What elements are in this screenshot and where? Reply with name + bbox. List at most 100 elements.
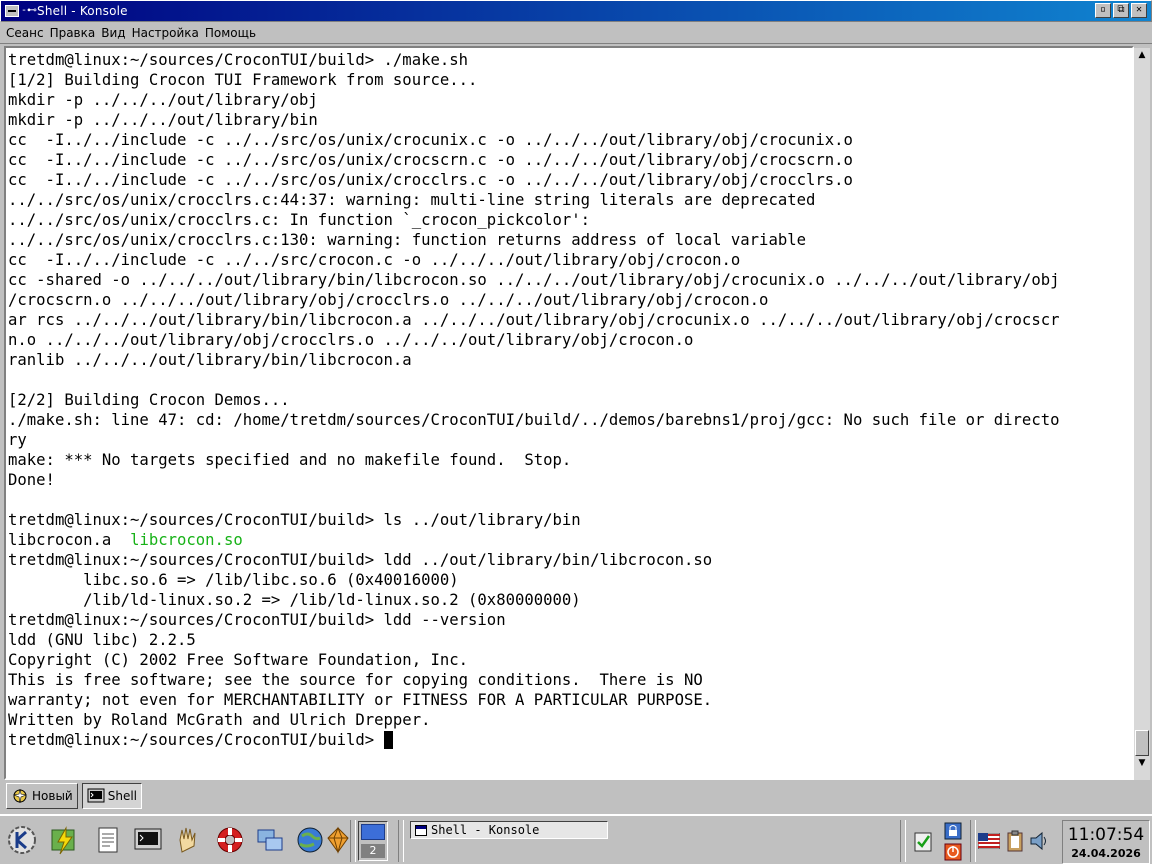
- kde-menu-icon: [8, 826, 36, 854]
- terminal-line: warranty; not even for MERCHANTABILITY o…: [8, 691, 713, 709]
- terminal-line: cc -I../../include -c ../../src/crocon.c…: [8, 251, 741, 269]
- document-icon: [98, 827, 118, 853]
- terminal-line: libc.so.6 => /lib/libc.so.6 (0x40016000): [8, 571, 459, 589]
- terminal-line: ranlib ../../../out/library/bin/libcroco…: [8, 351, 412, 369]
- maximize-button[interactable]: ⧉: [1113, 3, 1129, 18]
- session-bar: Новый Shell: [0, 780, 1152, 812]
- clock[interactable]: 11:07:54 24.04.2026: [1062, 820, 1150, 864]
- network-icon: [257, 829, 283, 851]
- menu-view[interactable]: Вид: [101, 26, 125, 40]
- pin-icon[interactable]: -⊷: [21, 5, 37, 17]
- terminal-prompt: tretdm@linux:~/sources/CroconTUI/build>: [8, 731, 384, 749]
- terminal-line: /lib/ld-linux.so.2 => /lib/ld-linux.so.2…: [8, 591, 581, 609]
- terminal-icon: [134, 828, 162, 850]
- power-icon: [944, 843, 962, 861]
- menu-session[interactable]: Сеанс: [6, 26, 44, 40]
- close-button[interactable]: ✕: [1131, 3, 1147, 18]
- terminal-line: cc -shared -o ../../../out/library/bin/l…: [8, 271, 1060, 289]
- launcher-lightning[interactable]: [46, 822, 82, 858]
- terminal-line: This is free software; see the source fo…: [8, 671, 703, 689]
- clock-date: 24.04.2026: [1071, 847, 1141, 860]
- terminal-line: cc -I../../include -c ../../src/os/unix/…: [8, 151, 853, 169]
- window-menu-icon[interactable]: [5, 5, 19, 17]
- minimize-button[interactable]: ▫: [1095, 3, 1111, 18]
- terminal-line: [1/2] Building Crocon TUI Framework from…: [8, 71, 478, 89]
- lock-icon: [944, 822, 962, 840]
- terminal-line: tretdm@linux:~/sources/CroconTUI/build> …: [8, 511, 581, 529]
- window-title: Shell - Konsole: [37, 4, 128, 18]
- terminal-line: cc -I../../include -c ../../src/os/unix/…: [8, 131, 853, 149]
- klipper-icon: [1007, 830, 1023, 852]
- clipboard-icon: [914, 832, 932, 852]
- terminal-line: /crocscrn.o ../../../out/library/obj/cro…: [8, 291, 769, 309]
- lightning-icon: [51, 826, 75, 855]
- launcher-lifebuoy[interactable]: [212, 822, 248, 858]
- clock-time: 11:07:54: [1067, 825, 1145, 845]
- new-session-button[interactable]: Новый: [6, 783, 78, 809]
- launcher-network[interactable]: [252, 822, 288, 858]
- terminal-prompt-line: tretdm@linux:~/sources/CroconTUI/build>: [8, 730, 1132, 750]
- menu-edit[interactable]: Правка: [50, 26, 96, 40]
- launcher-document[interactable]: [90, 822, 126, 858]
- menu-help[interactable]: Помощь: [205, 26, 256, 40]
- kde-taskbar: 2 Shell - Konsole 11:07:54 24.04.2026: [0, 814, 1152, 864]
- launcher-hand[interactable]: [170, 822, 206, 858]
- file-libcrocon-so: libcrocon.so: [130, 531, 243, 549]
- terminal-line: mkdir -p ../../../out/library/obj: [8, 91, 318, 109]
- terminal-line: cc -I../../include -c ../../src/os/unix/…: [8, 171, 853, 189]
- terminal-line: make: *** No targets specified and no ma…: [8, 451, 572, 469]
- terminal-line: ldd (GNU libc) 2.2.5: [8, 631, 196, 649]
- scroll-up-icon[interactable]: ▲: [1134, 48, 1150, 62]
- desktop-1-thumb[interactable]: [361, 824, 385, 840]
- terminal-line: ar rcs ../../../out/library/bin/libcroco…: [8, 311, 1060, 329]
- terminal-line: mkdir -p ../../../out/library/bin: [8, 111, 318, 129]
- terminal-scrollbar[interactable]: ▲ ▼: [1134, 48, 1150, 780]
- terminal-line: tretdm@linux:~/sources/CroconTUI/build> …: [8, 51, 469, 69]
- speaker-icon: [1030, 831, 1046, 851]
- tray-keyboard-layout[interactable]: [978, 830, 1000, 852]
- kde-menu-button[interactable]: [4, 822, 40, 858]
- launcher-terminal[interactable]: [130, 822, 166, 858]
- terminal-line: ../../src/os/unix/crocclrs.c:130: warnin…: [8, 231, 806, 249]
- terminal-line: ry: [8, 431, 27, 449]
- lifebuoy-icon: [217, 827, 243, 853]
- scroll-thumb[interactable]: [1135, 730, 1149, 756]
- tray-lock[interactable]: [942, 820, 964, 842]
- window-titlebar[interactable]: -⊷ Shell - Konsole ▫ ⧉ ✕: [0, 0, 1152, 22]
- file-libcrocon-a: libcrocon.a: [8, 531, 112, 549]
- tray-klipper[interactable]: [1004, 830, 1026, 852]
- terminal-line: Copyright (C) 2002 Free Software Foundat…: [8, 651, 469, 669]
- terminal-line: ../../src/os/unix/crocclrs.c: In functio…: [8, 211, 591, 229]
- flag-icon: [978, 833, 1000, 849]
- new-session-label: Новый: [32, 789, 73, 803]
- terminal-line: tretdm@linux:~/sources/CroconTUI/build> …: [8, 551, 713, 569]
- text-cursor: [383, 731, 393, 749]
- desktop-pager[interactable]: 2: [358, 821, 388, 861]
- tray-power[interactable]: [942, 842, 964, 864]
- terminal-line: ./make.sh: line 47: cd: /home/tretdm/sou…: [8, 411, 1060, 429]
- tray-clipboard[interactable]: [912, 830, 934, 852]
- ls-separator: [111, 531, 130, 549]
- shell-session-tab[interactable]: Shell: [81, 783, 142, 809]
- scroll-down-icon[interactable]: ▼: [1134, 756, 1150, 770]
- task-konsole[interactable]: Shell - Konsole: [410, 821, 608, 839]
- terminal-line: libcrocon.a libcrocon.so: [8, 530, 1132, 550]
- desktop-2-thumb[interactable]: 2: [361, 844, 385, 858]
- terminal-icon: [87, 788, 105, 803]
- terminal-area[interactable]: tretdm@linux:~/sources/CroconTUI/build> …: [4, 46, 1134, 780]
- terminal-line: [2/2] Building Crocon Demos...: [8, 391, 290, 409]
- terminal-line: n.o ../../../out/library/obj/crocclrs.o …: [8, 331, 694, 349]
- terminal-line: Written by Roland McGrath and Ulrich Dre…: [8, 711, 431, 729]
- new-session-icon: [12, 788, 28, 804]
- window-icon: [415, 824, 427, 836]
- terminal-line: tretdm@linux:~/sources/CroconTUI/build> …: [8, 611, 506, 629]
- menu-bar: Сеанс Правка Вид Настройка Помощь: [0, 22, 1152, 44]
- hand-icon: [179, 827, 196, 853]
- terminal-line: Done!: [8, 471, 55, 489]
- task-konsole-label: Shell - Konsole: [431, 823, 540, 837]
- terminal-line: ../../src/os/unix/crocclrs.c:44:37: warn…: [8, 191, 816, 209]
- menu-settings[interactable]: Настройка: [132, 26, 199, 40]
- tray-volume[interactable]: [1028, 830, 1050, 852]
